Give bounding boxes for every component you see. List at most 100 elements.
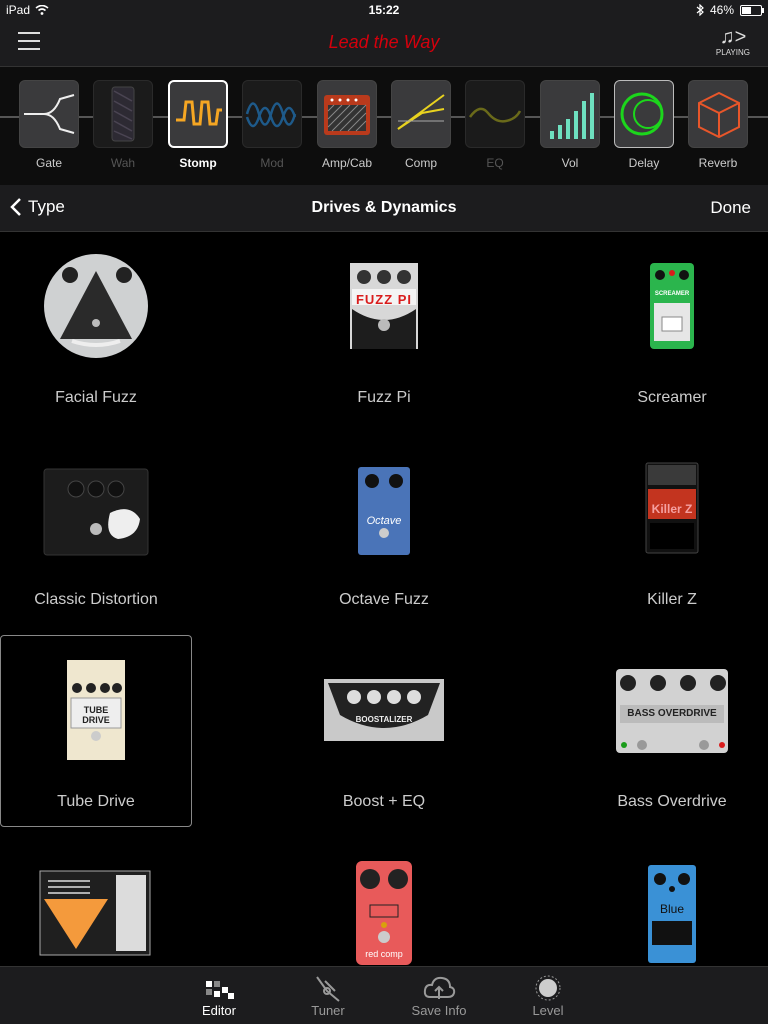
pedal-name: Tube Drive [57, 793, 135, 810]
pedal-octave-fuzz[interactable]: Octave Octave Fuzz [288, 433, 480, 625]
block-label: Amp/Cab [321, 156, 373, 170]
triangle-pedal-image [0, 857, 192, 967]
pedal-name: Screamer [637, 389, 707, 406]
pedal-name: Fuzz Pi [357, 389, 411, 406]
block-mod[interactable]: Mod [242, 80, 302, 170]
mod-icon [242, 80, 302, 148]
octave-label: Octave [366, 515, 402, 527]
bass-overdrive-label: BASS OVERDRIVE [627, 708, 717, 719]
block-label: Delay [628, 156, 660, 170]
cloud-upload-icon [399, 973, 479, 1003]
battery-percent: 46% [709, 3, 734, 17]
block-wah[interactable]: Wah [93, 80, 153, 170]
tab-label: Save Info [411, 1003, 467, 1018]
editor-icon [179, 973, 259, 1003]
block-label: Gate [35, 156, 62, 170]
signal-chain: Gate Wah Stomp Mod Amp/Cab Comp EQ Vol D… [0, 67, 768, 185]
block-gate[interactable]: Gate [19, 80, 79, 170]
tab-label: Level [532, 1003, 564, 1018]
fuzz-pi-image: FUZZ PI [288, 251, 480, 361]
playing-label: PLAYING [715, 48, 750, 57]
tab-save-info[interactable]: Save Info [399, 973, 479, 1018]
block-label: Stomp [179, 156, 217, 170]
amp-icon [317, 80, 377, 148]
status-bar: iPad 15:22 46% [0, 0, 768, 20]
done-button[interactable]: Done [710, 198, 751, 218]
pedal-blue[interactable]: Blue [576, 837, 768, 967]
music-note-icon: ♫> [719, 26, 747, 48]
comp-icon [391, 80, 451, 148]
delay-icon [614, 80, 674, 148]
killer-z-image: Killer Z [576, 453, 768, 563]
category-title: Drives & Dynamics [311, 199, 457, 216]
tab-label: Tuner [311, 1003, 345, 1018]
pedal-name: Killer Z [647, 591, 697, 608]
pedal-red-comp[interactable]: red comp [288, 837, 480, 967]
tuner-icon [288, 973, 368, 1003]
bass-overdrive-image: BASS OVERDRIVE [576, 655, 768, 765]
pedal-fuzz-pi[interactable]: FUZZ PI Fuzz Pi [288, 231, 480, 423]
tube-drive-label: TUBE DRIVE [82, 705, 110, 725]
eq-icon [465, 80, 525, 148]
tab-tuner[interactable]: Tuner [288, 973, 368, 1018]
classic-distortion-image [0, 453, 192, 563]
block-label: Comp [404, 156, 437, 170]
preset-title[interactable]: Lead the Way [0, 32, 768, 53]
block-label: Mod [260, 156, 284, 170]
pedal-tube-drive[interactable]: TUBE DRIVE Tube Drive [0, 635, 192, 827]
reverb-icon [688, 80, 748, 148]
screamer-label: SCREAMER [654, 291, 690, 297]
battery-icon [740, 4, 764, 16]
block-label: Reverb [698, 156, 738, 170]
wah-icon [93, 80, 153, 148]
screamer-image: SCREAMER [576, 251, 768, 361]
block-label: EQ [486, 156, 504, 170]
block-stomp[interactable]: Stomp [168, 80, 228, 170]
tab-level[interactable]: Level [508, 973, 588, 1018]
block-label: Vol [561, 156, 579, 170]
tube-drive-image: TUBE DRIVE [1, 656, 191, 766]
block-vol[interactable]: Vol [540, 80, 600, 170]
block-amp-cab[interactable]: Amp/Cab [317, 80, 377, 170]
type-bar: Type Drives & Dynamics Done [0, 185, 768, 232]
pedal-killer-z[interactable]: Killer Z Killer Z [576, 433, 768, 625]
octave-fuzz-image: Octave [288, 453, 480, 563]
gate-icon [19, 80, 79, 148]
tab-label: Editor [202, 1003, 236, 1018]
tab-bar: Editor Tuner Save Info Level [0, 966, 768, 1024]
pedal-bass-overdrive[interactable]: BASS OVERDRIVE Bass Overdrive [576, 635, 768, 827]
stomp-icon [168, 80, 228, 148]
pedal-boost-eq[interactable]: BOOSTALIZER Boost + EQ [288, 635, 480, 827]
boostalizer-image: BOOSTALIZER [288, 655, 480, 765]
vol-icon [540, 80, 600, 148]
block-delay[interactable]: Delay [614, 80, 674, 170]
pedal-screamer[interactable]: SCREAMER Screamer [576, 231, 768, 423]
block-reverb[interactable]: Reverb [688, 80, 748, 170]
pedal-name: Octave Fuzz [339, 591, 429, 608]
red-comp-label: red comp [365, 949, 403, 959]
pedal-triangle-eq[interactable] [0, 837, 192, 967]
red-comp-image: red comp [288, 857, 480, 967]
pedal-name: Bass Overdrive [617, 793, 727, 810]
pedal-name: Facial Fuzz [55, 389, 137, 406]
bluetooth-icon [696, 4, 704, 16]
block-comp[interactable]: Comp [391, 80, 451, 170]
fuzz-pi-label: FUZZ PI [355, 292, 413, 307]
nav-bar: Lead the Way ♫> PLAYING [0, 20, 768, 67]
blue-label: Blue [659, 902, 685, 916]
killer-z-label: Killer Z [651, 502, 693, 516]
pedal-classic-distortion[interactable]: Classic Distortion [0, 433, 192, 625]
boostalizer-label: BOOSTALIZER [355, 715, 413, 724]
level-knob-icon [508, 973, 588, 1003]
pedal-facial-fuzz[interactable]: Facial Fuzz [0, 231, 192, 423]
tab-editor[interactable]: Editor [179, 973, 259, 1018]
pedal-name: Boost + EQ [342, 793, 426, 810]
block-eq[interactable]: EQ [465, 80, 525, 170]
pedal-grid: Facial Fuzz FUZZ PI Fuzz Pi SCREAMER Scr… [0, 231, 768, 967]
facial-fuzz-image [0, 251, 192, 361]
blue-pedal-image: Blue [576, 857, 768, 967]
pedal-name: Classic Distortion [34, 591, 158, 608]
status-time: 15:22 [368, 3, 400, 17]
playing-button[interactable]: ♫> PLAYING [716, 26, 750, 57]
block-label: Wah [110, 156, 136, 170]
